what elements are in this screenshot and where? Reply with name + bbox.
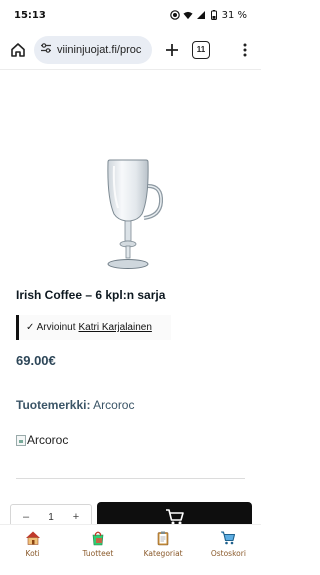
review-prefix: ✓ Arvioinut (26, 322, 76, 333)
divider (16, 478, 245, 479)
brand-row: Tuotemerkki: Arcoroc (16, 398, 134, 412)
browser-menu-button[interactable] (237, 40, 253, 60)
wifi-icon (183, 10, 193, 20)
brand-label: Tuotemerkki: (16, 398, 91, 412)
status-bar: 15:13 31 % (0, 0, 261, 30)
more-vert-icon (243, 43, 247, 56)
nav-label-tuotteet: Tuotteet (82, 549, 114, 558)
nav-label-koti: Koti (25, 549, 40, 558)
plus-icon (166, 43, 178, 56)
cart-icon (219, 529, 237, 547)
record-icon (169, 10, 180, 20)
tab-switcher-button[interactable]: 11 (192, 40, 210, 59)
battery-percent: 31 % (221, 9, 247, 21)
nav-label-kategoriat: Kategoriat (143, 549, 183, 558)
site-settings-icon[interactable] (40, 41, 52, 59)
home-button[interactable] (8, 40, 28, 60)
increase-quantity-button[interactable]: + (69, 511, 83, 523)
nav-item-tuotteet[interactable]: Tuotteet (68, 529, 128, 558)
status-icons: 31 % (169, 9, 247, 21)
nav-label-ostoskori: Ostoskori (210, 549, 246, 558)
brand-image-alt: Arcoroc (27, 433, 69, 447)
home-icon (24, 529, 42, 547)
review-attribution: ✓ Arvioinut Katri Karjalainen (16, 315, 171, 340)
battery-icon (209, 10, 219, 20)
nav-item-ostoskori[interactable]: Ostoskori (198, 529, 258, 558)
signal-icon (196, 10, 206, 20)
address-bar[interactable]: viininjuojat.fi/proc (34, 35, 152, 64)
new-tab-button[interactable] (162, 40, 182, 60)
gesture-area (0, 566, 261, 575)
product-price: 69.00€ (16, 353, 56, 368)
quantity-value[interactable]: 1 (48, 512, 54, 523)
brand-name[interactable]: Arcoroc (93, 398, 134, 412)
product-title: Irish Coffee – 6 kpl:n sarja (16, 288, 166, 302)
shopping-bag-icon (89, 529, 107, 547)
product-image[interactable] (100, 158, 170, 270)
brand-logo-image[interactable]: Arcoroc (16, 433, 68, 447)
bottom-navigation: Koti Tuotteet Kategoriat Ostoskori (0, 524, 261, 564)
url-text: viininjuojat.fi/proc (57, 43, 142, 56)
home-icon (11, 42, 25, 57)
nav-item-koti[interactable]: Koti (3, 529, 63, 558)
browser-toolbar: viininjuojat.fi/proc 11 (0, 30, 261, 70)
status-time: 15:13 (14, 9, 46, 21)
nav-item-kategoriat[interactable]: Kategoriat (133, 529, 193, 558)
reviewer-link[interactable]: Katri Karjalainen (79, 322, 152, 333)
clipboard-icon (154, 529, 172, 547)
decrease-quantity-button[interactable]: – (19, 511, 33, 523)
broken-image-icon (16, 434, 26, 446)
